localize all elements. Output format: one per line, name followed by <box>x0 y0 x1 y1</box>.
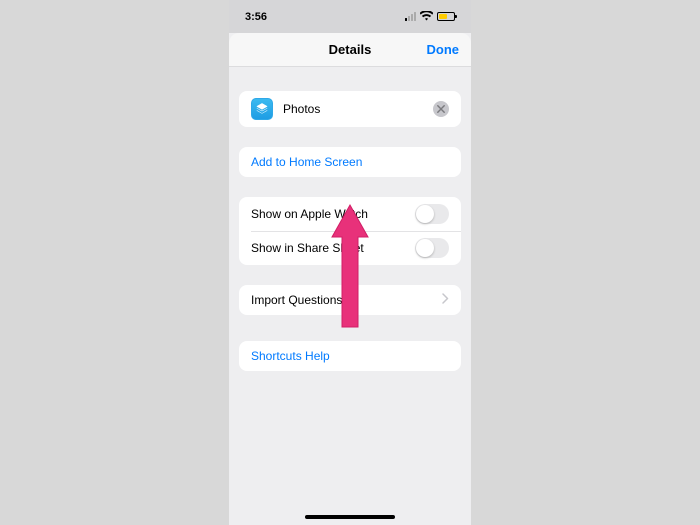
import-group: Import Questions <box>239 285 461 315</box>
show-on-watch-label: Show on Apple Watch <box>251 207 415 221</box>
add-home-group: Add to Home Screen <box>239 147 461 177</box>
details-sheet: Details Done Photos Add to Home Screen <box>229 33 471 525</box>
show-on-watch-toggle[interactable] <box>415 204 449 224</box>
add-to-home-label: Add to Home Screen <box>251 155 362 169</box>
show-in-share-label: Show in Share Sheet <box>251 241 415 255</box>
nav-title: Details <box>329 42 372 57</box>
import-questions-row[interactable]: Import Questions <box>239 285 461 315</box>
nav-bar: Details Done <box>229 33 471 67</box>
status-time: 3:56 <box>245 11 267 23</box>
import-questions-label: Import Questions <box>251 293 442 307</box>
visibility-group: Show on Apple Watch Show in Share Sheet <box>239 197 461 265</box>
shortcut-name-text: Photos <box>283 102 433 116</box>
wifi-icon <box>420 10 433 24</box>
phone-frame: 3:56 Details Done Photos <box>229 0 471 525</box>
cellular-icon <box>405 12 416 21</box>
shortcut-name-row[interactable]: Photos <box>239 91 461 127</box>
shortcut-name-group: Photos <box>239 91 461 127</box>
help-group: Shortcuts Help <box>239 341 461 371</box>
clear-name-button[interactable] <box>433 101 449 117</box>
done-button[interactable]: Done <box>427 42 460 57</box>
shortcuts-help-button[interactable]: Shortcuts Help <box>239 341 461 371</box>
status-bar: 3:56 <box>229 0 471 33</box>
chevron-right-icon <box>442 293 449 307</box>
show-in-share-row: Show in Share Sheet <box>239 231 461 265</box>
shortcut-icon <box>251 98 273 120</box>
add-to-home-screen-button[interactable]: Add to Home Screen <box>239 147 461 177</box>
status-right <box>405 10 455 24</box>
home-indicator <box>305 515 395 519</box>
content: Photos Add to Home Screen Show on Apple … <box>229 67 471 371</box>
show-on-watch-row: Show on Apple Watch <box>239 197 461 231</box>
battery-icon <box>437 12 455 21</box>
shortcuts-help-label: Shortcuts Help <box>251 349 330 363</box>
show-in-share-toggle[interactable] <box>415 238 449 258</box>
